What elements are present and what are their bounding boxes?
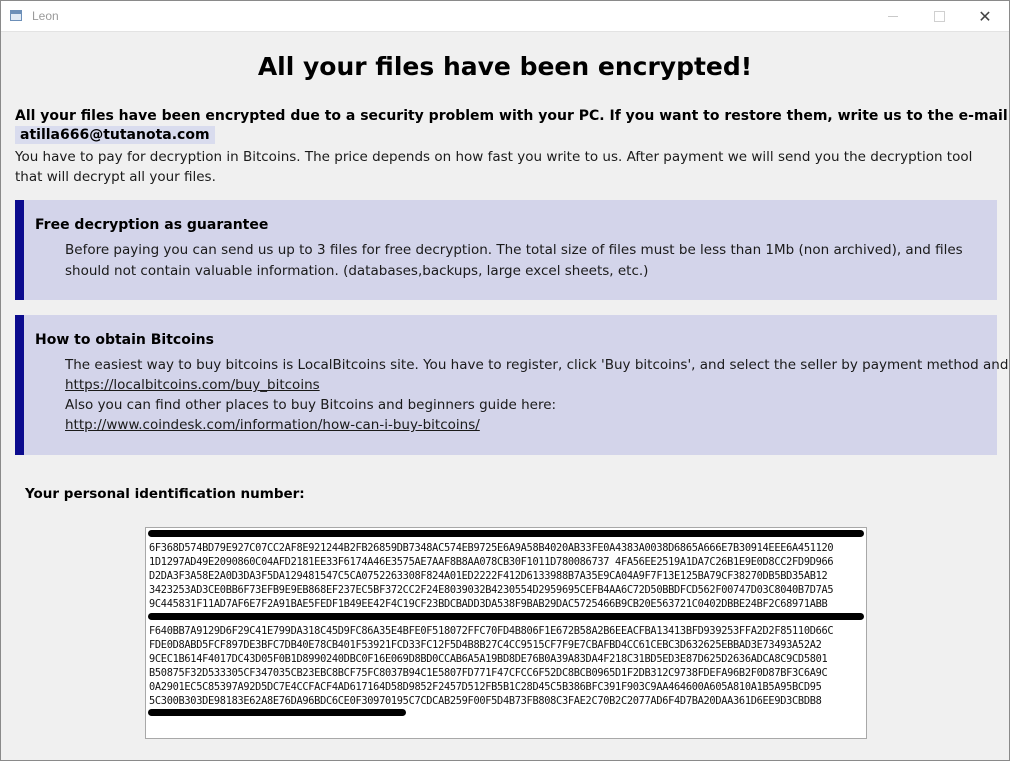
bitcoin-guide-text: Also you can find other places to buy Bi… <box>65 397 557 413</box>
personal-id-textbox[interactable]: 6F368D574BD79E927C07CC2AF8E921244B2FB268… <box>145 527 867 739</box>
ransom-note: All your files have been encrypted! All … <box>1 32 1010 760</box>
bitcoin-panel: How to obtain Bitcoins The easiest way t… <box>15 315 1010 455</box>
close-icon: ✕ <box>978 6 992 26</box>
redaction-bar <box>148 709 406 716</box>
id-line: 0A2901EC5C85397A92D5DC7E4CCFACF4AD617164… <box>149 681 822 693</box>
intro-bold-text: All your files have been encrypted due t… <box>15 108 1008 124</box>
id-line: F640BB7A9129D6F29C41E799DA318C45D9FC86A3… <box>149 625 834 637</box>
app-icon <box>10 10 22 21</box>
id-line: D2DA3F3A58E2A0D3DA3F5DA129481547C5CA0752… <box>149 570 828 582</box>
ransom-window: Leon ✕ All your files have been encrypte… <box>0 0 1010 761</box>
bitcoin-instructions: The easiest way to buy bitcoins is Local… <box>65 357 1010 373</box>
guarantee-text: Before paying you can send us up to 3 fi… <box>65 242 963 279</box>
redaction-bar <box>148 613 864 620</box>
minimize-button[interactable] <box>870 1 916 31</box>
bitcoin-title: How to obtain Bitcoins <box>35 332 214 348</box>
maximize-icon <box>933 10 945 22</box>
guarantee-panel: Free decryption as guarantee Before payi… <box>15 200 997 300</box>
headline: All your files have been encrypted! <box>257 52 753 81</box>
id-line: 1D1297AD49E2090860C04AFD2181EE33F6174A46… <box>149 556 834 568</box>
minimize-icon <box>888 15 898 17</box>
coindesk-link[interactable]: http://www.coindesk.com/information/how-… <box>65 415 480 435</box>
guarantee-title: Free decryption as guarantee <box>35 217 269 233</box>
close-button[interactable]: ✕ <box>962 1 1008 31</box>
id-line: 6F368D574BD79E927C07CC2AF8E921244B2FB268… <box>149 542 834 554</box>
id-label: Your personal identification number: <box>25 486 305 502</box>
title-bar[interactable]: Leon ✕ <box>1 1 1009 32</box>
localbitcoins-link[interactable]: https://localbitcoins.com/buy_bitcoins <box>65 375 320 395</box>
id-line: 9CEC1B614F4017DC43D05F0B1D8990240DBC0F16… <box>149 653 828 665</box>
id-line: FDE0D8ABD5FCF897DE3BFC7DB40E78CB401F5392… <box>149 639 822 651</box>
redaction-bar <box>148 530 864 537</box>
id-line: 3423253AD3CE0BB6F73EFB9E9EB868EF237EC5BF… <box>149 584 834 596</box>
intro-text: You have to pay for decryption in Bitcoi… <box>15 149 973 185</box>
id-line: 9C445831F11AD7AF6E7F2A91BAE5FEDF1B49EE42… <box>149 598 828 610</box>
id-line: 5C300B303DE98183E62A8E76DA96BDC6CE0F3097… <box>149 695 822 707</box>
window-title: Leon <box>32 9 59 23</box>
maximize-button[interactable] <box>916 1 962 31</box>
id-line: B50875F32D533305CF347035CB23EBC8BCF75FC8… <box>149 667 828 679</box>
contact-email[interactable]: atilla666@tutanota.com <box>15 126 215 144</box>
